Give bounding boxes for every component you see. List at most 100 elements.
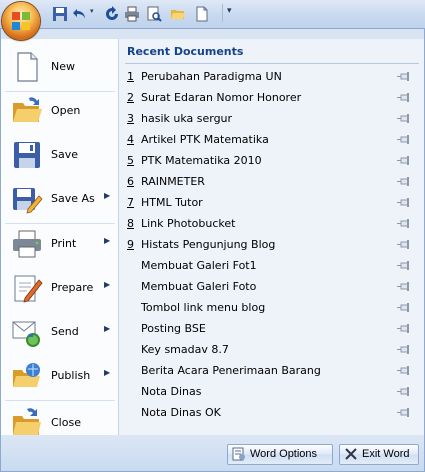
separator — [125, 63, 419, 64]
exit-icon — [345, 448, 357, 460]
menu-item-send[interactable]: Send ▶ — [5, 312, 117, 352]
menu-item-print[interactable]: Print ▶ — [5, 224, 117, 264]
undo-dropdown-icon[interactable]: ▾ — [90, 7, 94, 15]
menu-item-save[interactable]: Save — [5, 135, 117, 175]
print-preview-icon[interactable] — [146, 6, 162, 22]
recent-document-name: Membuat Galeri Foto — [141, 280, 257, 293]
pin-icon[interactable] — [397, 365, 411, 377]
save-as-icon — [13, 188, 43, 214]
save-disk-icon — [14, 142, 40, 168]
customize-toolbar-icon[interactable]: ▾ — [227, 6, 232, 16]
send-icon — [12, 321, 40, 347]
toolbar-separator — [222, 4, 223, 22]
submenu-arrow-icon: ▶ — [104, 324, 111, 333]
recent-document-name: hasik uka sergur — [141, 112, 233, 125]
separator — [5, 400, 115, 401]
recent-document-item[interactable]: Posting BSE — [125, 319, 417, 339]
word-options-label: Word Options — [250, 448, 318, 460]
word-options-button[interactable]: Word Options — [227, 444, 333, 465]
menu-item-label: New — [51, 60, 75, 73]
menu-item-publish[interactable]: Publish ▶ — [5, 356, 117, 396]
menu-item-label: Publish — [51, 369, 91, 382]
recent-document-name: Nota Dinas OK — [141, 406, 221, 419]
pin-icon[interactable] — [397, 323, 411, 335]
undo-icon[interactable] — [72, 6, 88, 22]
menu-item-label: Open — [51, 104, 81, 117]
submenu-arrow-icon: ▶ — [104, 280, 111, 289]
pin-icon[interactable] — [397, 302, 411, 314]
publish-icon — [13, 363, 40, 387]
menu-item-new[interactable]: New — [5, 47, 117, 87]
pin-icon[interactable] — [397, 260, 411, 272]
recent-document-item[interactable]: Key smadav 8.7 — [125, 340, 417, 360]
pin-icon[interactable] — [397, 71, 411, 83]
recent-document-item[interactable]: Tombol link menu blog — [125, 298, 417, 318]
pin-icon[interactable] — [397, 155, 411, 167]
print-icon[interactable] — [124, 6, 140, 22]
recent-document-item[interactable]: 5 PTK Matematika 2010 — [125, 151, 417, 171]
recent-document-number: 3 — [127, 112, 134, 125]
menu-item-label: Prepare — [51, 281, 94, 294]
new-document-icon[interactable] — [194, 6, 210, 22]
recent-document-number: 2 — [127, 91, 134, 104]
menu-item-label: Save — [51, 148, 79, 161]
new-document-icon — [17, 52, 38, 82]
pin-icon[interactable] — [397, 113, 411, 125]
menu-item-open[interactable]: Open — [5, 91, 117, 131]
recent-document-name: HTML Tutor — [141, 196, 203, 209]
recent-document-name: Artikel PTK Matematika — [141, 133, 269, 146]
recent-document-item[interactable]: Membuat Galeri Fot1 — [125, 256, 417, 276]
recent-document-item[interactable]: 3 hasik uka sergur — [125, 109, 417, 129]
exit-word-label: Exit Word — [362, 448, 410, 460]
office-menu: New Open Save Save As ▶ Print ▶ Prepare … — [0, 28, 425, 472]
pin-icon[interactable] — [397, 176, 411, 188]
recent-document-item[interactable]: 7 HTML Tutor — [125, 193, 417, 213]
menu-item-save-as[interactable]: Save As ▶ — [5, 179, 117, 219]
pin-icon[interactable] — [397, 281, 411, 293]
recent-document-number: 9 — [127, 238, 134, 251]
menu-commands-pane: New Open Save Save As ▶ Print ▶ Prepare … — [1, 39, 119, 435]
recent-document-item[interactable]: Nota Dinas — [125, 382, 417, 402]
recent-document-name: PTK Matematika 2010 — [141, 154, 262, 167]
recent-document-number: 6 — [127, 175, 134, 188]
pin-icon[interactable] — [397, 92, 411, 104]
recent-document-item[interactable]: Membuat Galeri Foto — [125, 277, 417, 297]
pin-icon[interactable] — [397, 218, 411, 230]
menu-item-label: Save As — [51, 192, 95, 205]
recent-document-number: 5 — [127, 154, 134, 167]
pin-icon[interactable] — [397, 344, 411, 356]
recent-document-item[interactable]: 2 Surat Edaran Nomor Honorer — [125, 88, 417, 108]
save-icon[interactable] — [52, 6, 68, 22]
exit-word-button[interactable]: Exit Word — [339, 444, 419, 465]
recent-document-item[interactable]: 4 Artikel PTK Matematika — [125, 130, 417, 150]
recent-document-name: Membuat Galeri Fot1 — [141, 259, 257, 272]
recent-document-name: Perubahan Paradigma UN — [141, 70, 282, 83]
pin-icon[interactable] — [397, 386, 411, 398]
pin-icon[interactable] — [397, 197, 411, 209]
open-folder-icon — [13, 97, 42, 122]
recent-document-number: 1 — [127, 70, 134, 83]
pin-icon[interactable] — [397, 134, 411, 146]
quick-access-toolbar: ▾ ▾ — [0, 0, 425, 28]
recent-document-name: Nota Dinas — [141, 385, 202, 398]
menu-item-label: Send — [51, 325, 79, 338]
recent-document-item[interactable]: 6 RAINMETER — [125, 172, 417, 192]
office-button[interactable] — [2, 2, 40, 40]
redo-icon[interactable] — [104, 6, 120, 22]
pin-icon[interactable] — [397, 407, 411, 419]
recent-document-number: 8 — [127, 217, 134, 230]
recent-document-item[interactable]: 1 Perubahan Paradigma UN — [125, 67, 417, 87]
recent-document-item[interactable]: Berita Acara Penerimaan Barang — [125, 361, 417, 381]
menu-header — [1, 29, 424, 39]
word-options-icon — [232, 447, 245, 461]
menu-item-prepare[interactable]: Prepare ▶ — [5, 268, 117, 308]
pin-icon[interactable] — [397, 239, 411, 251]
open-icon[interactable] — [170, 6, 186, 22]
recent-document-item[interactable]: 9 Histats Pengunjung Blog — [125, 235, 417, 255]
recent-document-item[interactable]: Nota Dinas OK — [125, 403, 417, 423]
recent-document-item[interactable]: 8 Link Photobucket — [125, 214, 417, 234]
office-logo-icon — [12, 12, 30, 30]
recent-document-name: Posting BSE — [141, 322, 206, 335]
recent-documents-pane: Recent Documents 1 Perubahan Paradigma UN… — [119, 39, 424, 435]
recent-documents-title: Recent Documents — [127, 45, 244, 58]
